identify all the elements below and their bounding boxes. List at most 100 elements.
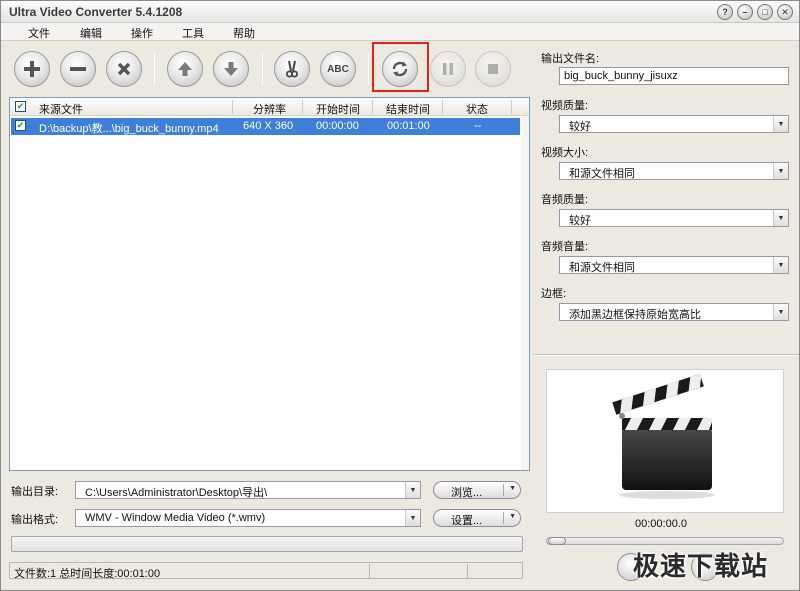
- video-size-label: 视频大小:: [541, 147, 589, 159]
- menu-tools[interactable]: 工具: [182, 25, 204, 41]
- column-divider: [511, 100, 512, 114]
- remove-icon: [70, 67, 86, 71]
- add-icon: [24, 61, 40, 77]
- chevron-down-icon[interactable]: ▼: [509, 513, 516, 520]
- video-quality-select[interactable]: 较好 ▼: [559, 115, 789, 133]
- cell-source: D:\backup\教...\big_buck_bunny.mp4: [39, 123, 219, 135]
- abc-icon: ABC: [327, 63, 349, 75]
- maximize-icon: □: [762, 6, 768, 17]
- clear-button[interactable]: [106, 51, 142, 87]
- border-label: 边框:: [541, 288, 567, 300]
- chevron-down-icon[interactable]: ▼: [773, 163, 788, 179]
- column-divider: [302, 100, 303, 114]
- status-divider: [467, 564, 468, 578]
- menu-edit[interactable]: 编辑: [80, 25, 102, 41]
- pause-button[interactable]: [430, 51, 466, 87]
- browse-button[interactable]: 浏览... ▼: [433, 481, 521, 499]
- status-bar: 文件数:1 总时间长度:00:01:00: [9, 562, 523, 580]
- column-resolution[interactable]: 分辨率: [253, 101, 286, 117]
- chevron-down-icon[interactable]: ▼: [773, 257, 788, 273]
- video-size-select[interactable]: 和源文件相同 ▼: [559, 162, 789, 180]
- toolbar: ABC: [1, 41, 531, 95]
- chevron-down-icon[interactable]: ▼: [509, 485, 516, 492]
- row-checkbox[interactable]: ✔: [15, 120, 26, 131]
- cell-start-time: 00:00:00: [316, 120, 359, 132]
- chevron-down-icon[interactable]: ▼: [773, 210, 788, 226]
- cut-button[interactable]: [274, 51, 310, 87]
- browse-label: 浏览...: [451, 487, 483, 499]
- column-source[interactable]: 来源文件: [39, 101, 83, 117]
- settings-label: 设置...: [451, 515, 483, 527]
- file-list: ✔ 来源文件 分辨率 开始时间 结束时间 状态 ✔ D:\backup\教...…: [9, 97, 530, 471]
- close-button[interactable]: ✕: [777, 4, 793, 20]
- column-status[interactable]: 状态: [466, 101, 488, 117]
- chevron-down-icon[interactable]: ▼: [773, 116, 788, 132]
- toolbar-separator: [368, 53, 369, 85]
- column-divider: [372, 100, 373, 114]
- window-title: Ultra Video Converter 5.4.1208: [9, 5, 183, 19]
- move-up-button[interactable]: [167, 51, 203, 87]
- minimize-button[interactable]: –: [737, 4, 753, 20]
- table-row[interactable]: ✔ D:\backup\教...\big_buck_bunny.mp4 640 …: [11, 118, 520, 135]
- menu-file[interactable]: 文件: [28, 25, 50, 41]
- rename-button[interactable]: ABC: [320, 51, 356, 87]
- button-divider: [503, 484, 504, 496]
- settings-button[interactable]: 设置... ▼: [433, 509, 521, 527]
- border-select[interactable]: 添加黑边框保持原始宽高比 ▼: [559, 303, 789, 321]
- audio-quality-select[interactable]: 较好 ▼: [559, 209, 789, 227]
- status-divider: [369, 564, 370, 578]
- help-button[interactable]: ?: [717, 4, 733, 20]
- filename-label: 输出文件名:: [541, 53, 600, 65]
- output-dir-combo[interactable]: C:\Users\Administrator\Desktop\导出\ ▼: [75, 481, 421, 499]
- checkmark-icon: ✔: [16, 120, 25, 130]
- audio-quality-value: 较好: [569, 215, 591, 227]
- output-dir-value: C:\Users\Administrator\Desktop\导出\: [85, 487, 268, 499]
- chevron-down-icon[interactable]: ▼: [405, 482, 420, 498]
- chevron-down-icon[interactable]: ▼: [773, 304, 788, 320]
- video-preview: [546, 369, 784, 513]
- menu-help[interactable]: 帮助: [233, 25, 255, 41]
- filename-value: big_buck_bunny_jisuxz: [564, 70, 678, 82]
- app-window: Ultra Video Converter 5.4.1208 ? – □ ✕ 文…: [0, 0, 800, 591]
- stop-icon: [488, 64, 498, 74]
- button-divider: [503, 512, 504, 524]
- cell-end-time: 00:01:00: [387, 120, 430, 132]
- remove-button[interactable]: [60, 51, 96, 87]
- settings-panel: 输出文件名: big_buck_bunny_jisuxz 视频质量: 较好 ▼ …: [533, 41, 797, 353]
- add-button[interactable]: [14, 51, 50, 87]
- maximize-button[interactable]: □: [757, 4, 773, 20]
- panel-divider: [533, 354, 799, 356]
- pause-icon: [443, 63, 453, 75]
- move-down-icon: [224, 62, 238, 76]
- video-quality-label: 视频质量:: [541, 100, 589, 112]
- slider-thumb[interactable]: [548, 537, 566, 545]
- title-bar: Ultra Video Converter 5.4.1208 ? – □ ✕: [1, 1, 799, 23]
- chevron-down-icon[interactable]: ▼: [405, 510, 420, 526]
- video-size-value: 和源文件相同: [569, 168, 635, 180]
- file-list-scrollbar[interactable]: [521, 116, 529, 470]
- select-all-checkbox[interactable]: ✔: [15, 101, 26, 112]
- clear-icon: [117, 62, 131, 76]
- border-value: 添加黑边框保持原始宽高比: [569, 309, 701, 321]
- question-icon: ?: [722, 6, 728, 17]
- move-down-button[interactable]: [213, 51, 249, 87]
- output-dir-label: 输出目录:: [11, 486, 59, 498]
- audio-volume-select[interactable]: 和源文件相同 ▼: [559, 256, 789, 274]
- output-format-label: 输出格式:: [11, 514, 59, 526]
- filename-input[interactable]: big_buck_bunny_jisuxz: [559, 67, 789, 85]
- file-list-header: ✔ 来源文件 分辨率 开始时间 结束时间 状态: [10, 98, 529, 116]
- column-divider: [232, 100, 233, 114]
- column-start-time[interactable]: 开始时间: [316, 101, 360, 117]
- move-up-icon: [178, 62, 192, 76]
- preview-seek-slider[interactable]: [546, 537, 784, 545]
- status-text: 文件数:1 总时间长度:00:01:00: [14, 568, 161, 580]
- conversion-progress-bar: [11, 536, 523, 552]
- preview-timecode: 00:00:00.0: [635, 518, 687, 530]
- audio-volume-value: 和源文件相同: [569, 262, 635, 274]
- stop-button[interactable]: [475, 51, 511, 87]
- audio-volume-label: 音频音量:: [541, 241, 589, 253]
- column-end-time[interactable]: 结束时间: [386, 101, 430, 117]
- toolbar-separator: [262, 53, 263, 85]
- menu-action[interactable]: 操作: [131, 25, 153, 41]
- output-format-combo[interactable]: WMV - Window Media Video (*.wmv) ▼: [75, 509, 421, 527]
